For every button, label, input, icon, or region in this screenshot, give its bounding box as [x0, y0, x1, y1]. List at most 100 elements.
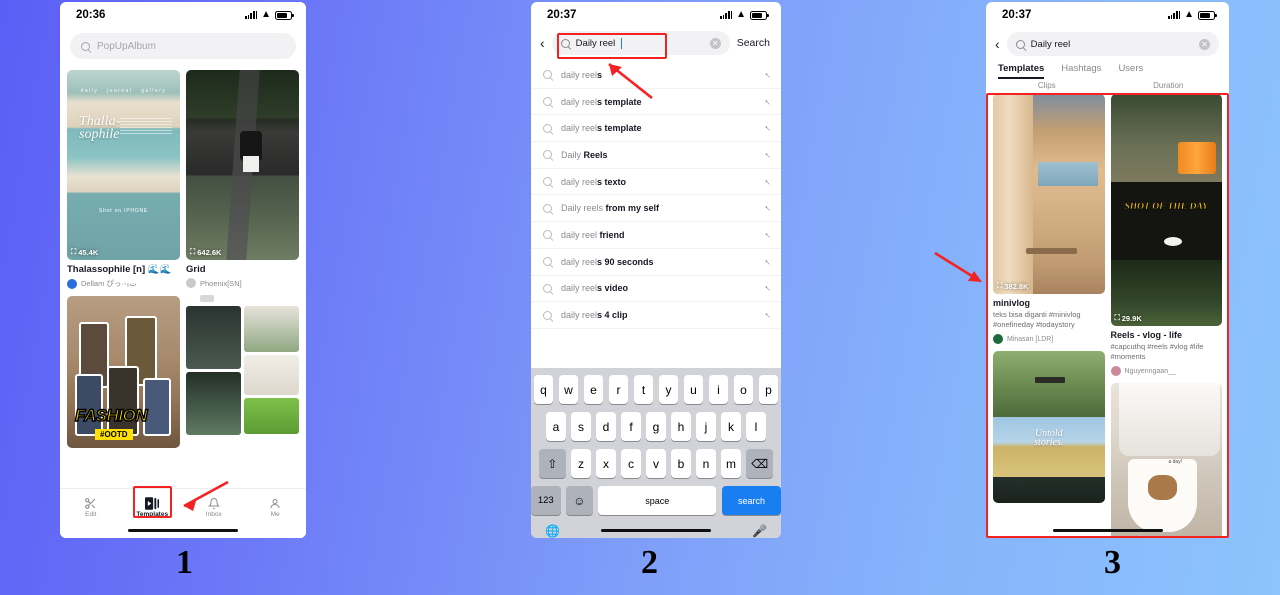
suggestion-item[interactable]: daily reels texto ↑ — [531, 169, 781, 196]
key-q[interactable]: q — [533, 375, 554, 404]
template-column-right: ⛶ 642.6K Grid Phoenix[SN] — [186, 70, 299, 455]
key-e[interactable]: e — [583, 375, 604, 404]
fill-arrow-icon[interactable]: ↑ — [762, 150, 772, 160]
filter-duration[interactable]: Duration — [1108, 81, 1230, 90]
suggestion-item[interactable]: daily reels template ↑ — [531, 115, 781, 143]
suggestion-item[interactable]: daily reels 90 seconds ↑ — [531, 249, 781, 276]
search-input[interactable]: Daily reel ✕ — [1006, 32, 1219, 56]
space-key[interactable]: space — [598, 486, 717, 515]
keyboard-search-key[interactable]: search — [721, 486, 781, 515]
mini-thumbnail[interactable] — [244, 355, 299, 395]
chevron-left-icon[interactable]: ‹ — [995, 37, 1000, 51]
filter-clips[interactable]: Clips — [986, 81, 1108, 90]
uses-icon: ⛶ — [71, 247, 77, 256]
tab-templates[interactable]: Templates — [998, 63, 1045, 79]
key-i[interactable]: i — [708, 375, 729, 404]
key-a[interactable]: a — [546, 412, 566, 441]
key-l[interactable]: l — [746, 412, 766, 441]
status-indicators: ▲ — [720, 10, 769, 20]
key-c[interactable]: c — [621, 449, 641, 478]
mini-thumbnail-grid[interactable] — [186, 306, 299, 435]
search-button[interactable]: Search — [737, 37, 770, 49]
template-thumbnail[interactable]: ⛶ 642.6K — [186, 70, 299, 260]
key-f[interactable]: f — [621, 412, 641, 441]
template-thumbnail[interactable]: FASHION #OOTD — [67, 296, 180, 448]
suggestion-item[interactable]: daily reels 4 clip ↑ — [531, 302, 781, 329]
suggestion-item[interactable]: Daily Reels ↑ — [531, 142, 781, 169]
status-bar: 20:37 ▲ — [986, 2, 1229, 28]
key-k[interactable]: k — [721, 412, 741, 441]
suggestion-text: Daily reels from my self — [561, 203, 660, 214]
battery-icon — [275, 10, 294, 20]
mini-thumbnail[interactable] — [244, 306, 299, 352]
key-t[interactable]: t — [633, 375, 654, 404]
suggestion-item[interactable]: daily reel friend ↑ — [531, 222, 781, 249]
key-d[interactable]: d — [596, 412, 616, 441]
template-thumbnail[interactable]: daily journal gallery Thalla-sophile Sho… — [67, 70, 180, 260]
key-p[interactable]: p — [758, 375, 779, 404]
template-card[interactable]: FASHION #OOTD — [67, 296, 180, 448]
numbers-key[interactable]: 123 — [531, 486, 561, 515]
wifi-icon: ▲ — [261, 9, 271, 20]
key-y[interactable]: y — [658, 375, 679, 404]
key-w[interactable]: w — [558, 375, 579, 404]
fill-arrow-icon[interactable]: ↑ — [762, 257, 772, 267]
status-time: 20:37 — [547, 9, 577, 21]
fill-arrow-icon[interactable]: ↑ — [762, 203, 772, 213]
key-s[interactable]: s — [571, 412, 591, 441]
tab-hashtags[interactable]: Hashtags — [1061, 63, 1101, 79]
emoji-key[interactable]: ☺ — [566, 486, 593, 515]
key-v[interactable]: v — [646, 449, 666, 478]
avatar — [67, 278, 77, 289]
key-u[interactable]: u — [683, 375, 704, 404]
search-input[interactable]: PopUpAlbum — [70, 33, 296, 59]
mini-thumbnail[interactable] — [186, 306, 241, 369]
key-j[interactable]: j — [696, 412, 716, 441]
template-author[interactable]: Dellam ぴっ·-ت₆ — [67, 278, 180, 289]
shift-key[interactable]: ⇧ — [538, 449, 566, 478]
microphone-icon[interactable]: 🎤 — [752, 524, 767, 538]
key-x[interactable]: x — [596, 449, 616, 478]
clear-circle-icon[interactable]: ✕ — [1199, 38, 1210, 50]
fill-arrow-icon[interactable]: ↑ — [762, 70, 772, 80]
key-h[interactable]: h — [671, 412, 691, 441]
key-o[interactable]: o — [733, 375, 754, 404]
fashion-overlay-text: FASHION — [74, 405, 148, 426]
search-icon — [543, 150, 552, 160]
cellular-signal-icon — [720, 11, 733, 19]
key-n[interactable]: n — [696, 449, 716, 478]
fill-arrow-icon[interactable]: ↑ — [762, 96, 772, 106]
keyboard-row-3: ⇧ z x c v b n m ⌫ — [531, 449, 781, 478]
template-card[interactable]: daily journal gallery Thalla-sophile Sho… — [67, 70, 180, 289]
key-g[interactable]: g — [646, 412, 666, 441]
result-tabs: Templates Hashtags Users — [986, 56, 1229, 79]
mini-thumbnail[interactable] — [244, 398, 299, 434]
backspace-key[interactable]: ⌫ — [746, 449, 774, 478]
mini-column — [244, 306, 299, 435]
key-r[interactable]: r — [608, 375, 629, 404]
annotation-arrow-2 — [608, 62, 653, 100]
fill-arrow-icon[interactable]: ↑ — [762, 310, 772, 320]
key-m[interactable]: m — [721, 449, 741, 478]
clear-circle-icon[interactable]: ✕ — [709, 37, 721, 49]
suggestion-item[interactable]: daily reels video ↑ — [531, 276, 781, 303]
fill-arrow-icon[interactable]: ↑ — [762, 230, 772, 240]
template-author[interactable]: Phoenix[SN] — [186, 278, 299, 288]
key-b[interactable]: b — [671, 449, 691, 478]
template-card[interactable]: ⛶ 642.6K Grid Phoenix[SN] — [186, 70, 299, 288]
cellular-signal-icon — [1168, 11, 1181, 19]
key-z[interactable]: z — [571, 449, 591, 478]
tab-users[interactable]: Users — [1118, 63, 1143, 79]
mini-thumbnail[interactable] — [186, 372, 241, 435]
suggestion-item[interactable]: Daily reels from my self ↑ — [531, 195, 781, 223]
nav-item-me[interactable]: Me — [245, 495, 307, 518]
nav-item-edit[interactable]: Edit — [60, 495, 122, 518]
globe-icon[interactable]: 🌐 — [545, 524, 560, 538]
author-name: Dellam ぴっ·-ت₆ — [81, 279, 137, 288]
fill-arrow-icon[interactable]: ↑ — [762, 123, 772, 133]
fill-arrow-icon[interactable]: ↑ — [762, 283, 772, 293]
fill-arrow-icon[interactable]: ↑ — [762, 176, 772, 186]
template-card[interactable] — [186, 295, 299, 435]
chevron-left-icon[interactable]: ‹ — [540, 36, 545, 50]
person-icon — [245, 495, 307, 511]
